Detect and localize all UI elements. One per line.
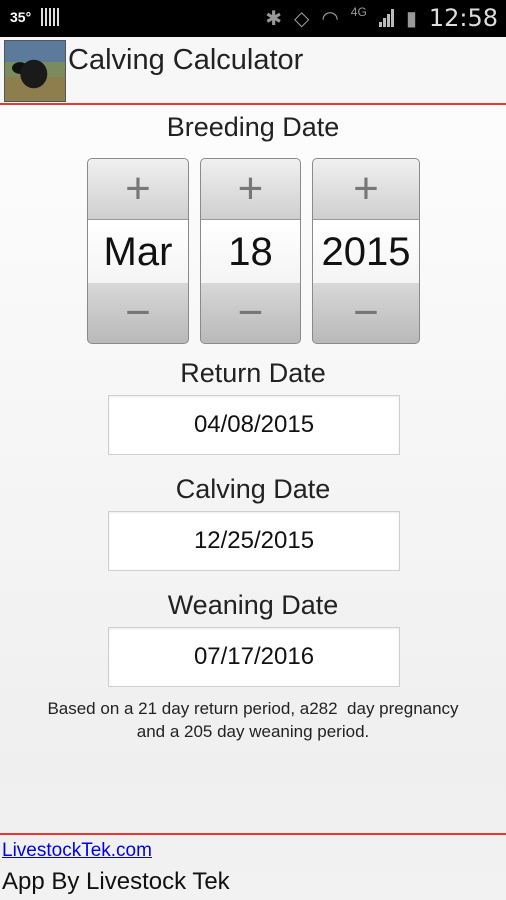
month-picker: + Mar − bbox=[87, 158, 189, 344]
year-value[interactable]: 2015 bbox=[313, 219, 419, 285]
wifi-icon: ◠ bbox=[321, 7, 339, 30]
year-decrement-button[interactable]: − bbox=[313, 283, 419, 343]
weaning-date-label: Weaning Date bbox=[167, 590, 339, 620]
status-left: 35° bbox=[10, 8, 60, 26]
website-link[interactable]: LivestockTek.com bbox=[2, 840, 152, 862]
day-decrement-button[interactable]: − bbox=[201, 283, 300, 343]
status-right: ✱ ◇ ◠ 4G ▮ 12:58 bbox=[265, 4, 498, 32]
calving-date-field[interactable]: 12/25/2015 bbox=[108, 511, 400, 571]
app-byline: App By Livestock Tek bbox=[2, 868, 230, 895]
network-type-text: 4G bbox=[350, 5, 367, 19]
barcode-icon bbox=[41, 8, 60, 26]
year-increment-button[interactable]: + bbox=[313, 159, 419, 219]
clock-text: 12:58 bbox=[428, 4, 498, 32]
year-picker: + 2015 − bbox=[312, 158, 420, 344]
vibrate-icon: ◇ bbox=[293, 7, 310, 30]
app-title: Calving Calculator bbox=[68, 44, 304, 76]
status-bar: 35° ✱ ◇ ◠ 4G ▮ 12:58 bbox=[0, 0, 506, 37]
app-header: Calving Calculator bbox=[0, 37, 506, 105]
weaning-date-field[interactable]: 07/17/2016 bbox=[108, 627, 400, 687]
month-increment-button[interactable]: + bbox=[88, 159, 188, 219]
day-picker: + 18 − bbox=[200, 158, 301, 344]
month-decrement-button[interactable]: − bbox=[88, 283, 188, 343]
day-increment-button[interactable]: + bbox=[201, 159, 300, 219]
period-note: Based on a 21 day return period, a282 da… bbox=[0, 697, 506, 743]
month-value[interactable]: Mar bbox=[88, 219, 188, 285]
bluetooth-icon: ✱ bbox=[265, 7, 282, 30]
footer-divider bbox=[0, 833, 506, 835]
calving-date-label: Calving Date bbox=[175, 474, 331, 504]
temperature-text: 35° bbox=[10, 9, 32, 25]
period-note-line-1: Based on a 21 day return period, a282 da… bbox=[47, 699, 459, 718]
battery-icon: ▮ bbox=[405, 7, 417, 30]
return-date-field[interactable]: 04/08/2015 bbox=[108, 395, 400, 455]
breeding-date-label: Breeding Date bbox=[166, 112, 340, 142]
day-value[interactable]: 18 bbox=[201, 219, 300, 285]
period-note-line-2: and a 205 day weaning period. bbox=[136, 722, 370, 741]
app-screen: Calving Calculator Breeding Date + Mar −… bbox=[0, 37, 506, 900]
calf-logo-icon bbox=[4, 40, 66, 102]
signal-icon bbox=[378, 9, 394, 27]
return-date-label: Return Date bbox=[180, 358, 326, 388]
